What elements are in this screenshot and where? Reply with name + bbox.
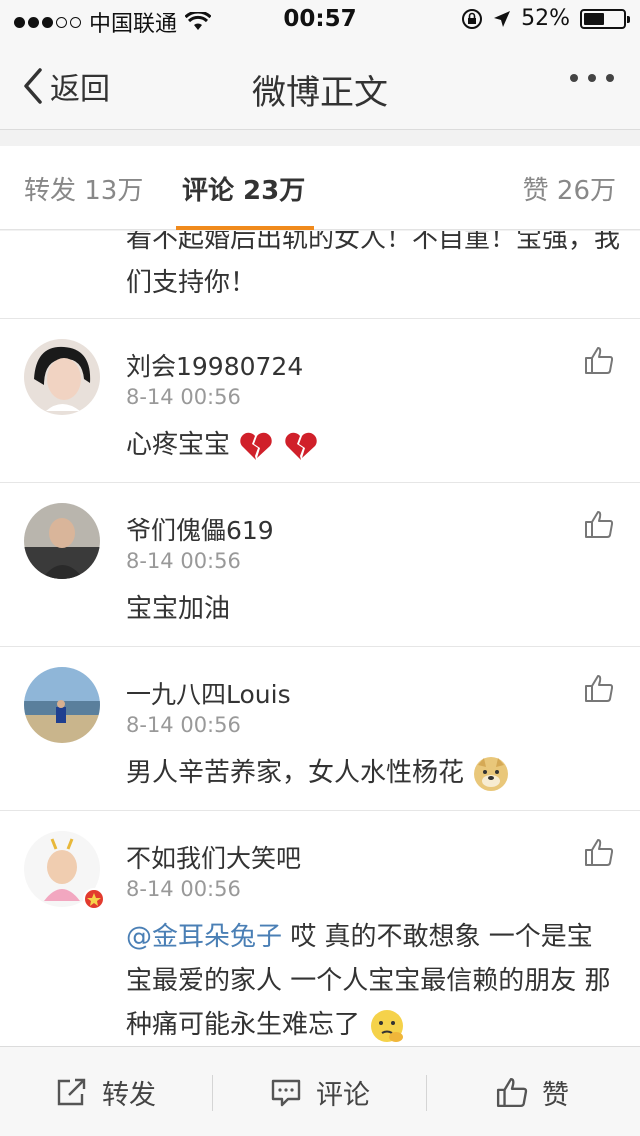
thumbs-up-icon[interactable] <box>584 837 614 867</box>
comment-text: 看不起婚后出轨的女人！不自重！宝强，我们支持你！ <box>126 231 621 298</box>
thumbs-up-icon[interactable] <box>584 345 614 375</box>
battery-percent: 52% <box>521 6 570 31</box>
doge-emoji-icon <box>474 756 509 791</box>
comment-tabs: 转发 13万 评论 23万 赞 26万 <box>0 146 640 230</box>
list-item[interactable]: 爷们傀儡619 8-14 00:56 宝宝加油 <box>0 482 640 646</box>
comment-time: 8-14 00:56 <box>126 549 241 573</box>
tab-repost[interactable]: 转发 13万 <box>24 170 143 207</box>
bottom-toolbar: 转发 评论 赞 <box>0 1046 640 1136</box>
comment-text-content: 男人辛苦养家，女人水性杨花 <box>126 758 465 788</box>
comment-text-content: 心疼宝宝 <box>126 430 231 460</box>
comment-text: 心疼宝宝 <box>126 423 606 467</box>
divider <box>212 1075 213 1111</box>
avatar[interactable] <box>24 339 100 415</box>
repost-button[interactable]: 转发 <box>56 1047 156 1136</box>
divider <box>426 1075 427 1111</box>
thinking-emoji-icon <box>371 1009 404 1042</box>
list-item[interactable]: 不如我们大笑吧 8-14 00:56 @金耳朵兔子 哎 真的不敢想象 一个是宝宝… <box>0 810 640 1046</box>
page-title: 微博正文 <box>252 73 388 113</box>
like-button[interactable]: 赞 <box>496 1047 569 1136</box>
comment-text: 男人辛苦养家，女人水性杨花 <box>126 751 606 795</box>
username[interactable]: 一九八四Louis <box>126 675 291 711</box>
broken-heart-icon <box>240 432 272 460</box>
avatar[interactable] <box>24 831 105 910</box>
comment-icon <box>271 1079 301 1107</box>
comment-text: 宝宝加油 <box>126 594 231 624</box>
status-right: 52% <box>461 6 630 31</box>
nav-bar: 返回 微博正文 <box>0 40 640 130</box>
share-icon <box>57 1078 86 1106</box>
comment-button[interactable]: 评论 <box>270 1047 370 1136</box>
mention-link[interactable]: @金耳朵兔子 <box>126 922 282 952</box>
comment-list[interactable]: 看不起婚后出轨的女人！不自重！宝强，我们支持你！ 刘会19980724 8-14… <box>0 231 640 1046</box>
active-tab-indicator <box>176 226 314 230</box>
tab-comment[interactable]: 评论 23万 <box>182 170 305 207</box>
broken-heart-icon <box>284 432 317 460</box>
location-arrow-icon <box>494 10 511 27</box>
username[interactable]: 刘会19980724 <box>126 347 303 383</box>
comment-text: @金耳朵兔子 哎 真的不敢想象 一个是宝宝最爱的家人 一个人宝宝最信赖的朋友 那… <box>126 915 612 1046</box>
comment-time: 8-14 00:56 <box>126 385 241 409</box>
like-label: 赞 <box>542 1079 569 1111</box>
username[interactable]: 不如我们大笑吧 <box>126 839 301 875</box>
comment-label: 评论 <box>316 1079 370 1111</box>
username[interactable]: 爷们傀儡619 <box>126 511 274 547</box>
thumbs-up-icon[interactable] <box>584 509 614 539</box>
tab-like[interactable]: 赞 26万 <box>523 170 616 207</box>
thumbs-up-icon[interactable] <box>584 673 614 703</box>
status-bar: 中国联通 00:57 52% <box>0 0 640 40</box>
comment-time: 8-14 00:56 <box>126 877 241 901</box>
list-item[interactable]: 一九八四Louis 8-14 00:56 男人辛苦养家，女人水性杨花 <box>0 646 640 810</box>
avatar[interactable] <box>24 667 100 743</box>
avatar[interactable] <box>24 503 100 579</box>
rotation-lock-icon <box>462 8 483 29</box>
comment-time: 8-14 00:56 <box>126 713 241 737</box>
repost-label: 转发 <box>102 1079 156 1111</box>
list-item[interactable]: 刘会19980724 8-14 00:56 心疼宝宝 <box>0 318 640 482</box>
battery-icon <box>580 8 630 29</box>
more-icon[interactable] <box>570 74 614 82</box>
thumbs-up-icon <box>496 1078 528 1108</box>
